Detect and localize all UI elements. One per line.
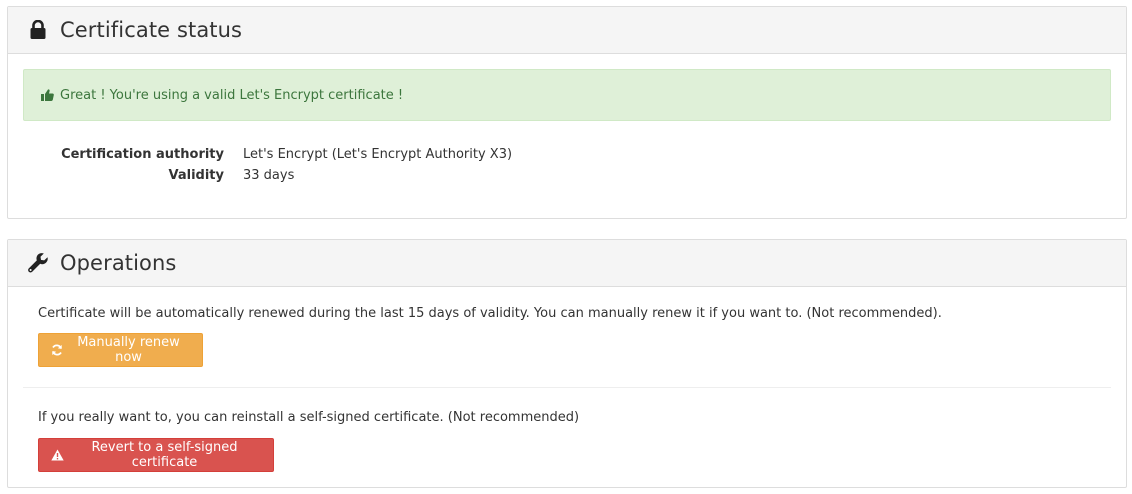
- operations-divider: [23, 387, 1111, 388]
- manually-renew-button[interactable]: Manually renew now: [38, 333, 203, 367]
- certificate-status-title: Certificate status: [60, 18, 243, 42]
- manually-renew-label: Manually renew now: [77, 335, 180, 365]
- validity-value: 33 days: [243, 168, 295, 183]
- valid-certificate-alert: Great ! You're using a valid Let's Encry…: [23, 69, 1111, 121]
- authority-value: Let's Encrypt (Let's Encrypt Authority X…: [243, 147, 513, 162]
- operations-title: Operations: [60, 251, 177, 275]
- certificate-details: Certification authority Let's Encrypt (L…: [8, 144, 512, 186]
- revert-description: If you really want to, you can reinstall…: [38, 410, 580, 425]
- lock-icon: [27, 19, 49, 41]
- warning-icon: [51, 449, 64, 461]
- detail-row-authority: Certification authority Let's Encrypt (L…: [8, 144, 512, 165]
- operations-panel: Operations Certificate will be automatic…: [7, 239, 1127, 488]
- renew-description: Certificate will be automatically renewe…: [38, 306, 942, 321]
- alert-message: Great ! You're using a valid Let's Encry…: [60, 87, 404, 103]
- operations-heading: Operations: [8, 240, 1126, 287]
- certificate-status-heading: Certificate status: [8, 7, 1126, 54]
- thumbs-up-icon: [41, 89, 54, 101]
- authority-label: Certification authority: [61, 147, 224, 162]
- revert-self-signed-button[interactable]: Revert to a self-signed certificate: [38, 438, 274, 472]
- detail-row-validity: Validity 33 days: [8, 165, 512, 186]
- validity-label: Validity: [168, 168, 225, 183]
- refresh-icon: [51, 344, 63, 356]
- certificate-status-panel: Certificate status Great ! You're using …: [7, 6, 1127, 219]
- revert-self-signed-label: Revert to a self-signed certificate: [91, 440, 238, 470]
- wrench-icon: [27, 252, 49, 274]
